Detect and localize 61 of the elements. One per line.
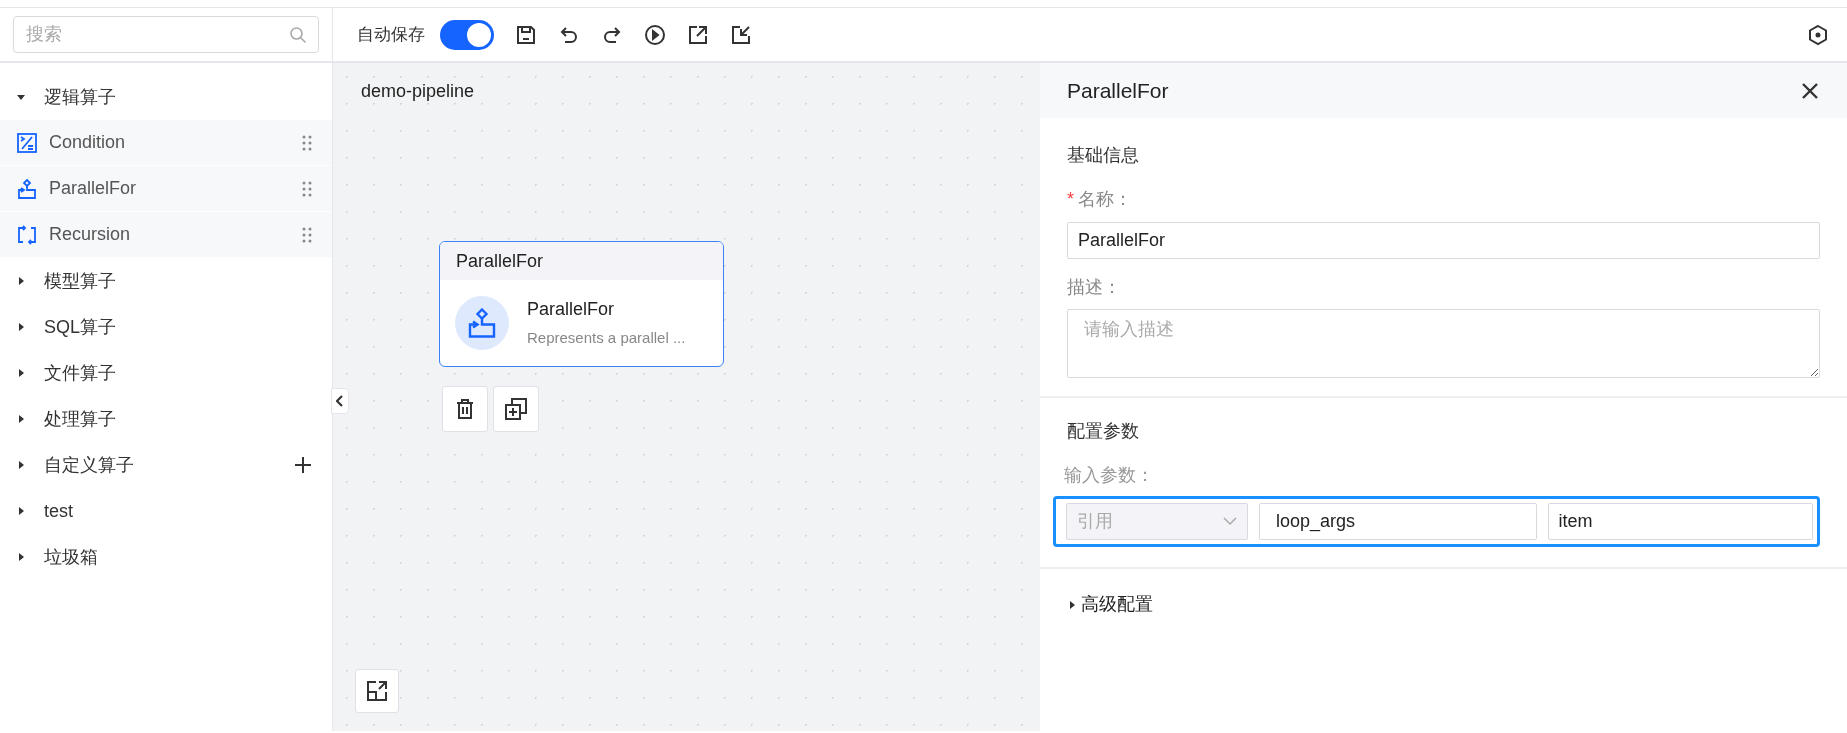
play-icon[interactable]: [644, 23, 666, 46]
fit-view-button[interactable]: [355, 669, 399, 713]
panel-title: ParallelFor: [1067, 77, 1169, 104]
field-label: 名称：: [1078, 188, 1132, 211]
chevron-left-icon[interactable]: [336, 395, 344, 407]
drag-handle-icon[interactable]: [302, 226, 312, 243]
category-item[interactable]: 垃圾箱: [0, 534, 332, 580]
caret-right-icon[interactable]: [16, 276, 26, 286]
node-card[interactable]: ParallelFor ParallelFor Represents a parallel ...: [439, 241, 724, 367]
operator-item[interactable]: Condition: [0, 120, 332, 166]
field-label: 描述：: [1067, 276, 1122, 299]
caret-right-icon[interactable]: [16, 414, 26, 424]
export-icon[interactable]: [687, 23, 709, 46]
import-icon[interactable]: [730, 23, 752, 46]
node-header: ParallelFor: [440, 242, 723, 280]
category-item[interactable]: 模型算子: [0, 258, 332, 304]
caret-right-icon[interactable]: [1067, 599, 1077, 610]
category-item[interactable]: test: [0, 488, 332, 534]
node-name: ParallelFor: [527, 298, 616, 322]
duplicate-button[interactable]: [493, 386, 539, 432]
pipeline-title: demo-pipeline: [361, 80, 475, 103]
save-icon[interactable]: [515, 23, 537, 46]
autosave-label: 自动保存: [357, 23, 425, 46]
caret-right-icon[interactable]: [16, 460, 26, 470]
condition-icon: [17, 132, 37, 153]
section-title: 配置参数: [1067, 420, 1140, 443]
name-input[interactable]: ParallelFor: [1067, 222, 1820, 259]
description-input[interactable]: 请输入描述: [1067, 309, 1820, 378]
drag-handle-icon[interactable]: [302, 134, 312, 151]
drag-handle-icon[interactable]: [302, 180, 312, 197]
add-icon[interactable]: [294, 456, 312, 474]
trash-icon[interactable]: [455, 399, 475, 419]
operator-item[interactable]: ParallelFor: [0, 166, 332, 212]
node-description: Represents a parallel ...: [527, 328, 686, 349]
loop-icon: [17, 224, 37, 245]
delete-button[interactable]: [442, 386, 488, 432]
category-item[interactable]: SQL算子: [0, 304, 332, 350]
caret-right-icon[interactable]: [16, 506, 26, 516]
search-field[interactable]: 搜索: [13, 16, 319, 53]
autosave-toggle[interactable]: [440, 19, 494, 50]
parameter-value-input[interactable]: item: [1547, 503, 1813, 540]
category-item[interactable]: 处理算子: [0, 396, 332, 442]
caret-down-icon[interactable]: [16, 92, 26, 102]
advanced-config-toggle[interactable]: 高级配置: [1067, 591, 1153, 618]
caret-right-icon[interactable]: [16, 322, 26, 332]
field-label: 输入参数：: [1064, 464, 1155, 487]
collapse-button[interactable]: [331, 388, 349, 414]
required-mark: *: [1067, 188, 1074, 211]
category-item[interactable]: 文件算子: [0, 350, 332, 396]
caret-right-icon[interactable]: [16, 552, 26, 562]
parallel-loop-icon: [17, 178, 37, 199]
category-item[interactable]: 自定义算子: [0, 442, 332, 488]
caret-right-icon[interactable]: [16, 368, 26, 378]
expand-icon[interactable]: [366, 680, 388, 702]
operator-item[interactable]: Recursion: [0, 212, 332, 258]
category-item[interactable]: 逻辑算子: [0, 74, 332, 120]
settings-icon[interactable]: [1807, 23, 1829, 46]
parallel-loop-icon: [467, 308, 497, 338]
section-title: 基础信息: [1067, 144, 1140, 167]
copy-icon[interactable]: [505, 398, 527, 420]
parameter-name-input[interactable]: loop_args: [1259, 503, 1537, 540]
